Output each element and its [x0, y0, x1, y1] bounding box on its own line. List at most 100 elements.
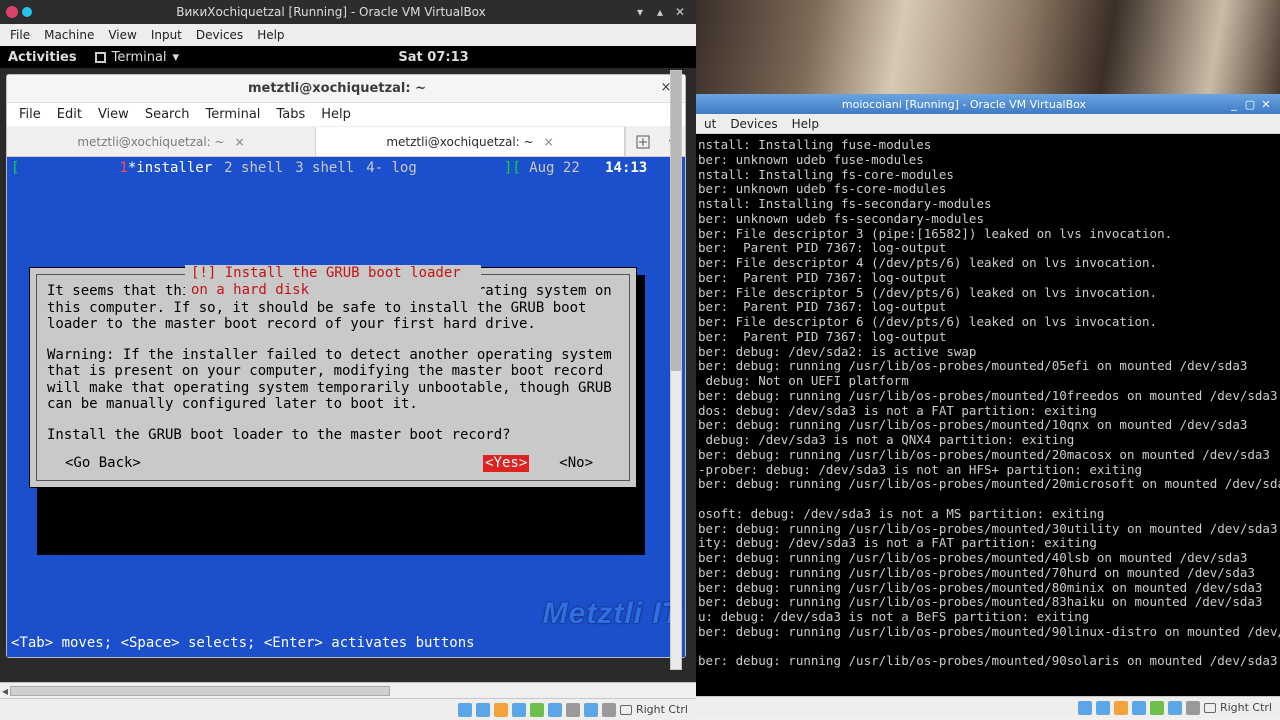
vm-right-titlebar[interactable]: moiocoiani [Running] - Oracle VM Virtual…: [696, 94, 1280, 114]
scrollbar-vertical[interactable]: [670, 70, 682, 670]
scrollbar-horizontal[interactable]: ◂: [0, 682, 696, 698]
terminal-menubar: File Edit View Search Terminal Tabs Help: [7, 103, 685, 127]
tmenu-view[interactable]: View: [98, 107, 129, 122]
menu-file[interactable]: File: [10, 28, 30, 42]
installer-tui: [ 1 *installer 2 shell 3 shell 4- log ][…: [7, 157, 685, 657]
gnome-top-bar: Activities Terminal ▾ Sat 07:13: [0, 46, 696, 68]
grub-install-dialog: [!] Install the GRUB boot loader on a ha…: [29, 267, 637, 488]
minimize-button[interactable]: _: [1226, 98, 1242, 111]
shared-folder-icon: [1150, 701, 1164, 715]
dialog-body-2: Warning: If the installer failed to dete…: [47, 347, 619, 413]
usb-icon: [494, 703, 508, 717]
hdd-icon: [458, 703, 472, 717]
close-button[interactable]: ✕: [1258, 98, 1274, 111]
tab-label: metztli@xochiquetzal: ~: [77, 135, 224, 149]
pane-inactive: 4- log: [366, 160, 417, 176]
pane-index-active: 1: [119, 160, 127, 176]
dialog-title: [!] Install the GRUB boot loader on a ha…: [185, 265, 481, 298]
tmenu-search[interactable]: Search: [145, 107, 190, 122]
go-back-button[interactable]: <Go Back>: [65, 455, 141, 472]
menu-view[interactable]: View: [108, 28, 136, 42]
vm-right-statusbar: Right Ctrl: [696, 696, 1280, 718]
dialog-question: Install the GRUB boot loader to the mast…: [47, 427, 619, 444]
hostkey-label: Right Ctrl: [636, 703, 688, 716]
menu-devices[interactable]: Devices: [730, 117, 777, 131]
status-bracket: [: [11, 160, 19, 176]
network-icon: [512, 703, 526, 717]
tab-close-icon[interactable]: ×: [235, 135, 245, 149]
chevron-down-icon: ▾: [173, 50, 180, 65]
menu-input-clipped[interactable]: ut: [704, 117, 716, 131]
terminal-titlebar[interactable]: metztli@xochiquetzal: ~ ×: [7, 75, 685, 103]
hdd-icon: [1078, 701, 1092, 715]
vm-left-menubar: File Machine View Input Devices Help: [0, 24, 696, 46]
new-tab-button[interactable]: [625, 127, 659, 156]
tmenu-terminal[interactable]: Terminal: [205, 107, 260, 122]
vm-right-title: moiocoiani [Running] - Oracle VM Virtual…: [702, 98, 1226, 111]
terminal-window: metztli@xochiquetzal: ~ × File Edit View…: [6, 74, 686, 658]
shared-folder-icon: [530, 703, 544, 717]
tmenu-help[interactable]: Help: [321, 107, 351, 122]
vm-right-menubar: ut Devices Help: [696, 114, 1280, 134]
terminal-title: metztli@xochiquetzal: ~: [17, 81, 657, 96]
recording-icon: [1186, 701, 1200, 715]
pane-inactive: 3 shell: [295, 160, 354, 176]
terminal-tab[interactable]: metztli@xochiquetzal: ~ ×: [7, 127, 316, 156]
tmenu-file[interactable]: File: [19, 107, 41, 122]
menu-input[interactable]: Input: [151, 28, 182, 42]
network-icon: [1132, 701, 1146, 715]
tab-label: metztli@xochiquetzal: ~: [386, 135, 533, 149]
activities-button[interactable]: Activities: [8, 50, 77, 65]
maximize-button[interactable]: ▢: [1242, 98, 1258, 111]
vm-left-titlebar[interactable]: ВикиXochiquetzal [Running] - Oracle VM V…: [0, 0, 696, 24]
current-app[interactable]: Terminal ▾: [95, 50, 179, 65]
minimize-button[interactable]: ▾: [630, 5, 650, 19]
hostkey-icon: [1204, 703, 1216, 713]
optical-icon: [476, 703, 490, 717]
clock[interactable]: Sat 07:13: [398, 50, 468, 65]
menu-help[interactable]: Help: [792, 117, 819, 131]
vm-left-statusbar: Right Ctrl: [0, 698, 696, 720]
tmenu-edit[interactable]: Edit: [57, 107, 82, 122]
status-time: 14:13: [605, 160, 647, 176]
scroll-thumb[interactable]: [10, 686, 390, 696]
tmenu-tabs[interactable]: Tabs: [276, 107, 305, 122]
pane-label-active: *installer: [128, 160, 212, 176]
vm-window-right: moiocoiani [Running] - Oracle VM Virtual…: [696, 94, 1280, 720]
no-button[interactable]: <No>: [559, 455, 593, 472]
menu-help[interactable]: Help: [257, 28, 284, 42]
display-icon: [548, 703, 562, 717]
hostkey-icon: [620, 705, 632, 715]
menu-devices[interactable]: Devices: [196, 28, 243, 42]
usb-icon: [1114, 701, 1128, 715]
audio-icon: [584, 703, 598, 717]
status-date: Aug 22: [529, 160, 580, 176]
terminal-tab-active[interactable]: metztli@xochiquetzal: ~ ×: [316, 127, 625, 156]
vm-left-title: ВикиXochiquetzal [Running] - Oracle VM V…: [32, 5, 630, 19]
status-bracket: ][: [504, 160, 521, 176]
menu-machine[interactable]: Machine: [44, 28, 94, 42]
optical-icon: [1096, 701, 1110, 715]
plus-box-icon: [636, 135, 650, 149]
maximize-button[interactable]: ▴: [650, 5, 670, 19]
scroll-left-icon[interactable]: ◂: [2, 684, 8, 698]
watermark: Metztli IT: [543, 597, 681, 631]
current-app-label: Terminal: [112, 50, 167, 65]
terminal-tabstrip: metztli@xochiquetzal: ~ × metztli@xochiq…: [7, 127, 685, 157]
vm-window-left: ВикиXochiquetzal [Running] - Oracle VM V…: [0, 0, 696, 720]
right-terminal-output[interactable]: nstall: Installing fuse-modules ber: unk…: [696, 134, 1280, 696]
titlebar-icon: [6, 6, 18, 18]
recording-icon: [566, 703, 580, 717]
clipboard-icon: [602, 703, 616, 717]
terminal-icon: [95, 52, 106, 63]
close-button[interactable]: ✕: [670, 5, 690, 19]
titlebar-icon: [22, 7, 32, 17]
tab-close-icon[interactable]: ×: [544, 135, 554, 149]
pane-inactive: 2 shell: [224, 160, 283, 176]
tmux-statusline: [ 1 *installer 2 shell 3 shell 4- log ][…: [7, 157, 685, 179]
background-image-strip: [696, 0, 1280, 94]
dialog-helpline: <Tab> moves; <Space> selects; <Enter> ac…: [11, 635, 475, 651]
display-icon: [1168, 701, 1182, 715]
yes-button[interactable]: <Yes>: [483, 455, 529, 472]
hostkey-label: Right Ctrl: [1220, 701, 1272, 714]
